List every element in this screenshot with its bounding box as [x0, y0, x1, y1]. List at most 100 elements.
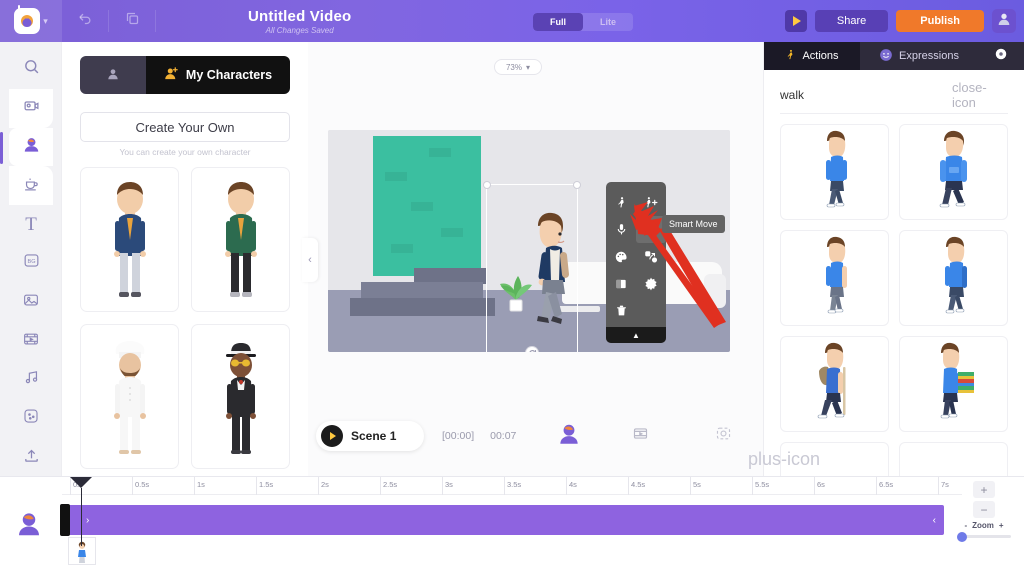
app-logo-icon	[14, 5, 41, 34]
timeline-tick: 2.5s	[380, 477, 397, 495]
scene-selector[interactable]: Scene 1	[316, 421, 424, 451]
timeline-tick: 4s	[566, 477, 577, 495]
timeline-tick: 1.5s	[256, 477, 273, 495]
upload-icon	[23, 447, 40, 469]
scene-character-button[interactable]	[556, 421, 582, 452]
share-button[interactable]: Share	[814, 10, 889, 32]
character-library-panel: My Characters Create Your Own You can cr…	[62, 42, 308, 477]
timeline-tick: 2s	[318, 477, 329, 495]
zoom-plus-marker: +	[998, 521, 1004, 530]
search-input[interactable]	[780, 87, 953, 102]
character-card[interactable]	[191, 167, 290, 312]
action-card[interactable]	[780, 230, 889, 326]
mode-toggle[interactable]: Full Lite	[533, 13, 633, 31]
scene-duration: 00:07	[490, 430, 517, 442]
chevron-down-icon[interactable]: ▾	[43, 16, 48, 27]
tab-actions[interactable]: Actions	[764, 42, 860, 70]
tab-expressions[interactable]: Expressions	[860, 42, 978, 70]
timeline: 0s 0.5s 1s 1.5s 2s 2.5s 3s 3.5s 4s 4.5s 5s 5.5s 6s 6.…	[0, 449, 1024, 579]
tab-all-characters[interactable]	[80, 56, 146, 94]
action-card[interactable]	[780, 336, 889, 432]
track-trim-handle-left[interactable]	[60, 504, 70, 536]
action-card[interactable]	[780, 124, 889, 220]
actions-panel: Actions Expressions close-icon	[764, 42, 1024, 538]
undo-icon	[78, 11, 93, 31]
scene-decor	[441, 228, 463, 237]
sidebar-item-images[interactable]	[9, 283, 53, 322]
collapse-panel-button[interactable]: ‹	[302, 238, 318, 282]
playhead-marker	[70, 477, 92, 488]
timeline-tick: 6.5s	[876, 477, 893, 495]
character-card[interactable]	[191, 324, 290, 469]
timeline-tick: 4.5s	[628, 477, 645, 495]
panel-info-button[interactable]	[978, 42, 1024, 70]
selection-box[interactable]	[483, 181, 581, 352]
zoom-out-button[interactable]: −	[973, 501, 995, 518]
scene-play-button[interactable]	[321, 425, 343, 447]
camera-icon	[23, 97, 40, 119]
effects-icon	[22, 407, 40, 430]
sidebar-item-text[interactable]: T	[9, 205, 53, 244]
action-card[interactable]	[899, 336, 1008, 432]
text-icon: T	[25, 213, 37, 235]
scene-start-time: [00:00]	[442, 430, 475, 442]
preview-play-button[interactable]	[784, 10, 807, 32]
scene-decor	[429, 148, 451, 157]
save-status: All Changes Saved	[265, 25, 334, 35]
sidebar-item-video[interactable]	[9, 322, 53, 361]
action-card[interactable]	[899, 124, 1008, 220]
playhead[interactable]	[70, 477, 92, 546]
timeline-zoom-controls: + − - Zoom +	[954, 481, 1014, 542]
video-icon	[22, 330, 40, 353]
bg-icon: BG	[22, 251, 41, 275]
mode-toggle-lite[interactable]: Lite	[583, 13, 633, 31]
action-card[interactable]	[899, 230, 1008, 326]
timeline-tick: 3s	[442, 477, 453, 495]
sidebar-item-music[interactable]	[9, 361, 53, 400]
scene-decor	[411, 202, 433, 211]
sidebar-item-characters[interactable]	[0, 127, 53, 167]
tab-my-characters[interactable]: My Characters	[146, 56, 290, 94]
page-title: Untitled Video	[248, 7, 352, 25]
timeline-track[interactable]: › ‹	[60, 504, 944, 536]
project-title-block[interactable]: Untitled Video All Changes Saved	[248, 8, 351, 35]
sidebar-item-upload[interactable]	[9, 438, 53, 477]
zoom-slider[interactable]	[957, 531, 1011, 542]
zoom-slider-knob[interactable]	[957, 531, 967, 542]
character-card[interactable]	[80, 324, 179, 469]
scene-video-button[interactable]	[632, 425, 649, 447]
duplicate-button[interactable]	[109, 0, 155, 42]
create-hint-text: You can create your own character	[119, 147, 251, 157]
actions-grid	[764, 114, 1024, 538]
add-track-button[interactable]: plus-icon	[748, 449, 820, 470]
app-logo-button[interactable]: ▾	[0, 0, 62, 42]
zoom-level-selector[interactable]: 73% ▾	[494, 59, 542, 75]
top-bar: ▾ Untitled Video All Changes Saved Full …	[0, 0, 1024, 42]
info-icon	[994, 47, 1008, 66]
close-icon[interactable]: close-icon	[952, 80, 1008, 110]
person-icon	[106, 67, 120, 84]
canvas[interactable]: ▲ Smart Move	[328, 130, 730, 352]
chevron-up-icon: ▲	[632, 330, 640, 340]
resize-handle-tl[interactable]	[483, 181, 491, 189]
resize-handle-tr[interactable]	[573, 181, 581, 189]
track-expand-right[interactable]: ‹	[933, 515, 936, 526]
undo-button[interactable]	[62, 0, 108, 42]
search-icon	[23, 58, 40, 80]
props-icon	[23, 175, 40, 197]
sidebar-item-effects[interactable]	[9, 399, 53, 438]
publish-button[interactable]: Publish	[896, 10, 984, 32]
zoom-in-button[interactable]: +	[973, 481, 995, 498]
mode-toggle-full[interactable]: Full	[533, 13, 583, 31]
sidebar-item-scenes[interactable]	[9, 88, 53, 128]
character-card[interactable]	[80, 167, 179, 312]
sidebar-item-search[interactable]	[9, 50, 53, 89]
create-your-own-button[interactable]: Create Your Own	[80, 112, 290, 142]
scene-camera-button[interactable]	[715, 425, 732, 447]
sidebar-item-background[interactable]: BG	[9, 244, 53, 283]
avatar[interactable]	[992, 9, 1016, 33]
track-avatar[interactable]	[14, 509, 46, 541]
sidebar-item-props[interactable]	[9, 166, 53, 206]
timeline-ruler[interactable]: 0s 0.5s 1s 1.5s 2s 2.5s 3s 3.5s 4s 4.5s 5s 5.5s 6s 6.…	[62, 477, 962, 495]
scene-green-panel	[373, 136, 481, 276]
